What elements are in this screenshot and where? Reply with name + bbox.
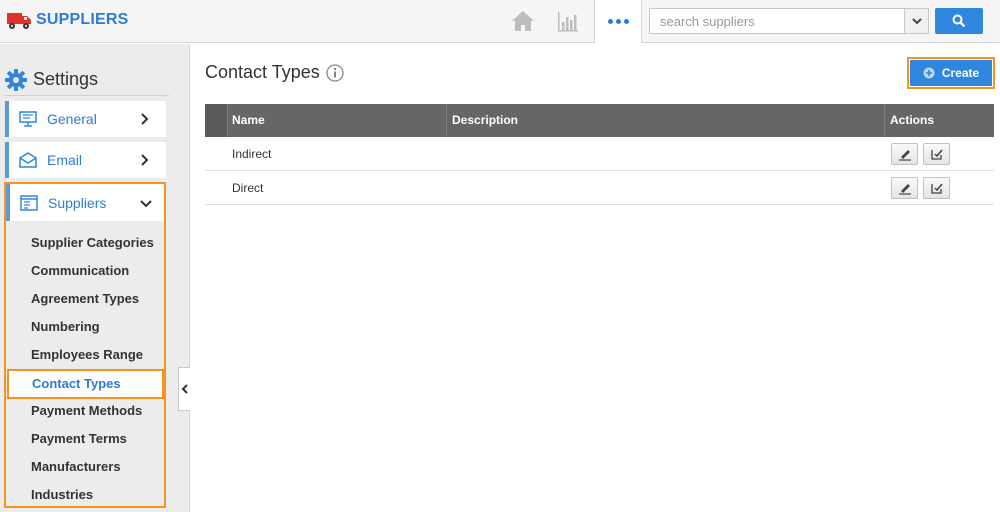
settings-header: Settings bbox=[5, 64, 169, 96]
cell-name: Indirect bbox=[232, 147, 272, 161]
sidebar-item-label: General bbox=[47, 111, 97, 127]
truck-icon bbox=[7, 13, 31, 29]
sub-item-payment-methods[interactable]: Payment Methods bbox=[31, 401, 142, 421]
create-highlight: Create bbox=[907, 57, 995, 89]
info-icon[interactable] bbox=[326, 63, 344, 82]
chevron-right-icon bbox=[141, 113, 149, 125]
sidebar: Settings General Email Suppliers Supplie… bbox=[0, 44, 190, 512]
sub-item-contact-types[interactable]: Contact Types bbox=[7, 369, 164, 399]
chevron-left-icon bbox=[181, 384, 188, 394]
view-details-icon bbox=[930, 149, 943, 160]
sidebar-item-label: Email bbox=[47, 152, 83, 168]
column-header-actions: Actions bbox=[890, 113, 935, 127]
sub-item-industries[interactable]: Industries bbox=[31, 485, 93, 505]
column-divider bbox=[446, 104, 447, 137]
table-row[interactable]: Direct bbox=[205, 171, 994, 205]
home-icon[interactable] bbox=[510, 9, 536, 33]
column-divider bbox=[884, 104, 885, 137]
create-button-label: Create bbox=[941, 66, 980, 80]
chevron-down-icon bbox=[911, 18, 922, 25]
sidebar-item-label: Suppliers bbox=[48, 194, 107, 211]
sub-item-numbering[interactable]: Numbering bbox=[31, 317, 100, 337]
table-row[interactable]: Indirect bbox=[205, 137, 994, 171]
settings-title: Settings bbox=[33, 69, 99, 89]
gear-icon bbox=[5, 68, 27, 91]
top-bar: SUPPLIERS bbox=[0, 0, 1000, 43]
sidebar-item-suppliers[interactable]: Suppliers bbox=[6, 184, 164, 221]
plus-circle-icon bbox=[923, 67, 935, 79]
sidebar-collapse-toggle[interactable] bbox=[178, 367, 190, 411]
edit-button[interactable] bbox=[891, 143, 918, 165]
search-dropdown-button[interactable] bbox=[904, 9, 928, 33]
edit-button[interactable] bbox=[891, 177, 918, 199]
sidebar-item-general[interactable]: General bbox=[5, 101, 166, 137]
app-title: SUPPLIERS bbox=[36, 11, 129, 28]
more-menu-button[interactable] bbox=[594, 0, 642, 43]
sub-item-employees-range[interactable]: Employees Range bbox=[31, 345, 143, 365]
view-details-icon bbox=[930, 183, 943, 194]
pencil-icon bbox=[898, 150, 911, 161]
chevron-down-icon bbox=[140, 199, 152, 207]
more-dots-icon bbox=[607, 19, 629, 24]
table-header: Name Description Actions bbox=[205, 104, 994, 137]
create-button[interactable]: Create bbox=[910, 60, 992, 86]
contact-types-table: Name Description Actions Indirect Direct bbox=[205, 104, 994, 205]
column-divider bbox=[227, 104, 228, 137]
view-button[interactable] bbox=[923, 143, 950, 165]
app-brand[interactable]: SUPPLIERS bbox=[6, 9, 129, 31]
list-icon bbox=[20, 194, 38, 211]
chevron-right-icon bbox=[141, 154, 149, 166]
suppliers-group: Suppliers Supplier Categories Communicat… bbox=[4, 182, 166, 508]
sidebar-item-email[interactable]: Email bbox=[5, 142, 166, 178]
cell-name: Direct bbox=[232, 181, 264, 195]
search-input[interactable] bbox=[650, 9, 904, 33]
page-title: Contact Types bbox=[205, 62, 320, 82]
sub-item-agreement-types[interactable]: Agreement Types bbox=[31, 289, 139, 309]
sub-item-communication[interactable]: Communication bbox=[31, 261, 129, 281]
sub-item-payment-terms[interactable]: Payment Terms bbox=[31, 429, 127, 449]
pencil-icon bbox=[898, 184, 911, 195]
page-header: Contact Types bbox=[205, 62, 344, 83]
sub-item-label: Contact Types bbox=[32, 376, 121, 391]
monitor-icon bbox=[19, 111, 37, 127]
view-button[interactable] bbox=[923, 177, 950, 199]
search-box bbox=[649, 8, 929, 34]
chart-icon[interactable] bbox=[557, 10, 579, 32]
search-icon bbox=[952, 14, 966, 28]
select-column-header bbox=[205, 104, 227, 137]
sub-item-supplier-categories[interactable]: Supplier Categories bbox=[31, 233, 154, 253]
column-header-name[interactable]: Name bbox=[232, 104, 265, 137]
search-button[interactable] bbox=[935, 8, 983, 34]
column-header-description[interactable]: Description bbox=[452, 104, 518, 137]
sub-item-manufacturers[interactable]: Manufacturers bbox=[31, 457, 121, 477]
envelope-icon bbox=[19, 152, 37, 168]
